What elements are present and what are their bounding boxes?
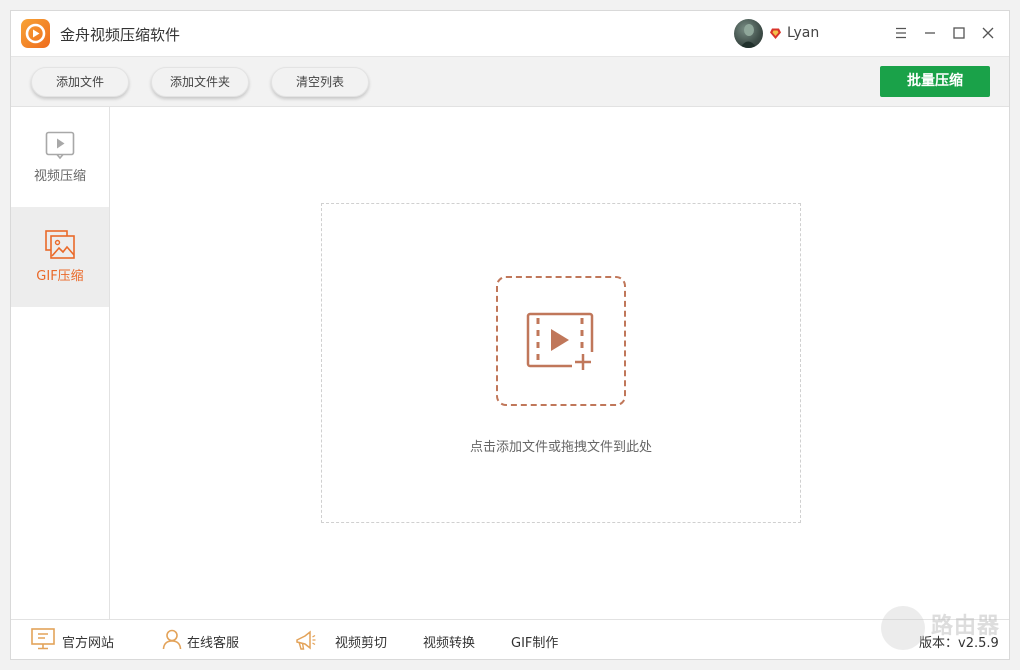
batch-compress-button[interactable]: 批量压缩: [880, 66, 990, 97]
file-drop-zone[interactable]: 点击添加文件或拖拽文件到此处: [321, 203, 801, 523]
watermark-text: 路由器: [931, 614, 1001, 639]
toolbar: 添加文件 添加文件夹 清空列表 批量压缩: [11, 57, 1009, 107]
user-avatar[interactable]: [734, 19, 763, 48]
video-convert-link[interactable]: 视频转换: [423, 632, 475, 651]
online-service-link[interactable]: 在线客服: [187, 632, 239, 651]
app-title: 金舟视频压缩软件: [60, 26, 181, 44]
add-video-box[interactable]: [496, 276, 626, 406]
clear-list-button[interactable]: 清空列表: [271, 67, 369, 97]
megaphone-icon: [296, 630, 316, 650]
maximize-icon[interactable]: [949, 23, 969, 43]
footer: 官方网站 在线客服 视频剪切 视频转换 GIF制作 版本：v2.5.9: [11, 619, 1009, 659]
gif-make-link[interactable]: GIF制作: [511, 632, 558, 651]
sidebar-item-label: GIF压缩: [36, 269, 84, 284]
drop-hint-text: 点击添加文件或拖拽文件到此处: [469, 440, 652, 455]
official-site-link[interactable]: 官方网站: [62, 632, 114, 651]
image-gallery-icon: [45, 230, 75, 259]
add-video-icon: [526, 312, 594, 372]
sidebar-item-label: 视频压缩: [33, 169, 86, 184]
sidebar: 视频压缩 GIF压缩: [11, 107, 110, 619]
app-window: 金舟视频压缩软件 Lyan 添加文件 添加文件夹 清空列表 批量压缩 视频压缩 …: [10, 10, 1010, 660]
title-bar: 金舟视频压缩软件 Lyan: [11, 11, 1009, 57]
app-logo-icon: [21, 19, 50, 48]
watermark-logo-icon: [881, 606, 925, 650]
video-cut-link[interactable]: 视频剪切: [335, 632, 387, 651]
user-name[interactable]: Lyan: [787, 25, 819, 41]
add-folder-button[interactable]: 添加文件夹: [151, 67, 249, 97]
sidebar-item-video-compress[interactable]: 视频压缩: [11, 107, 109, 207]
sidebar-item-gif-compress[interactable]: GIF压缩: [11, 207, 109, 307]
customer-service-icon: [162, 629, 182, 650]
monitor-icon: [31, 628, 55, 650]
video-play-icon: [45, 131, 75, 160]
close-icon[interactable]: [978, 23, 998, 43]
minimize-icon[interactable]: [920, 23, 940, 43]
menu-icon[interactable]: [891, 23, 911, 43]
vip-badge-icon: [770, 28, 781, 39]
add-file-button[interactable]: 添加文件: [31, 67, 129, 97]
